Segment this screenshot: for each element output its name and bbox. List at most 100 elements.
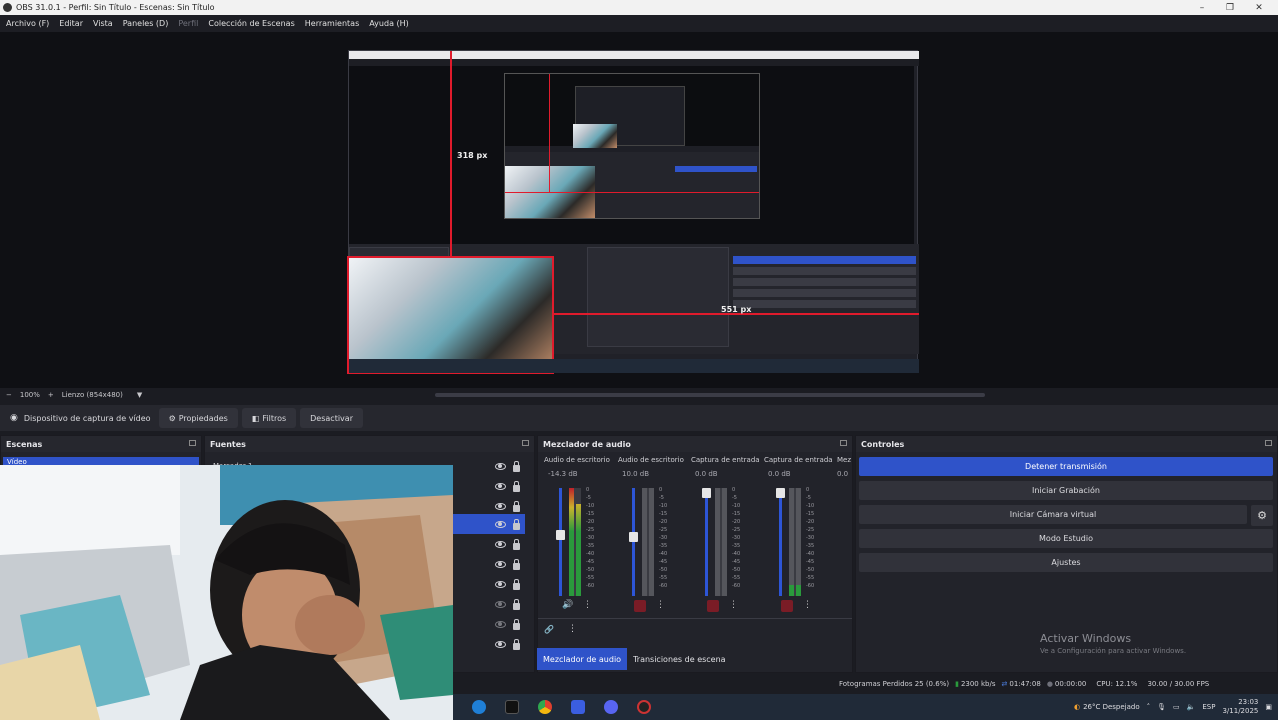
app-icon[interactable] bbox=[571, 700, 585, 714]
volume-slider[interactable] bbox=[776, 488, 785, 596]
hidden-eye-icon[interactable] bbox=[495, 620, 506, 628]
watermark-title: Activar Windows bbox=[1040, 632, 1132, 645]
lock-icon[interactable] bbox=[513, 481, 520, 492]
menu-file[interactable]: Archivo (F) bbox=[6, 19, 49, 28]
filters-button[interactable]: ◧ Filtros bbox=[241, 408, 297, 428]
visibility-eye-icon[interactable] bbox=[495, 502, 506, 510]
volume-slider-knob[interactable] bbox=[556, 530, 565, 540]
preview-scrollbar[interactable] bbox=[435, 393, 985, 397]
mixer-channel: Captura de entrada 0.0 dB bbox=[764, 456, 834, 478]
volume-slider-knob[interactable] bbox=[629, 532, 638, 542]
status-bar: Fotogramas Perdidos 25 (0.6%) ▮ 2300 kb/… bbox=[455, 674, 1278, 694]
undock-icon[interactable] bbox=[522, 440, 529, 446]
tab-audio-mixer[interactable]: Mezclador de audio bbox=[537, 648, 628, 670]
lock-icon[interactable] bbox=[513, 579, 520, 590]
visibility-eye-icon[interactable] bbox=[495, 520, 506, 528]
meter-tick-label: -30 bbox=[732, 535, 741, 541]
mixer-menu-icon[interactable]: ⋮ bbox=[568, 624, 577, 634]
zoom-out-button[interactable]: − bbox=[6, 391, 12, 399]
chrome-icon[interactable] bbox=[538, 700, 552, 714]
lock-icon[interactable] bbox=[513, 639, 520, 650]
lock-icon[interactable] bbox=[513, 559, 520, 570]
lock-icon[interactable] bbox=[513, 619, 520, 630]
mute-button[interactable] bbox=[634, 600, 646, 612]
zoom-in-button[interactable]: + bbox=[48, 391, 54, 399]
webcam-overlay bbox=[0, 465, 453, 720]
microphone-icon[interactable]: 🎙 bbox=[1157, 703, 1166, 711]
volume-slider-knob[interactable] bbox=[776, 488, 785, 498]
mute-button[interactable] bbox=[707, 600, 719, 612]
clock[interactable]: 23:03 3/11/2025 bbox=[1222, 698, 1258, 716]
studio-mode-button[interactable]: Modo Estudio bbox=[859, 529, 1273, 548]
meter-tick-label: -60 bbox=[659, 583, 668, 589]
menu-tools[interactable]: Herramientas bbox=[305, 19, 360, 28]
volume-slider[interactable] bbox=[556, 488, 565, 596]
link-icon[interactable]: 🔗 bbox=[544, 625, 554, 634]
undock-icon[interactable] bbox=[189, 440, 196, 446]
visibility-eye-icon[interactable] bbox=[495, 482, 506, 490]
deactivate-button[interactable]: Desactivar bbox=[300, 408, 363, 428]
channel-db: -14.3 dB bbox=[548, 470, 578, 478]
edge-icon[interactable] bbox=[472, 700, 486, 714]
minimize-button[interactable]: – bbox=[1188, 0, 1216, 15]
maximize-button[interactable]: ❐ bbox=[1216, 0, 1244, 15]
close-button[interactable]: ✕ bbox=[1245, 0, 1273, 15]
undock-icon[interactable] bbox=[840, 440, 847, 446]
lock-icon[interactable] bbox=[513, 519, 520, 530]
meter-tick-label: -20 bbox=[732, 519, 741, 525]
tab-scene-transitions[interactable]: Transiciones de escena bbox=[627, 648, 732, 670]
settings-button[interactable]: Ajustes bbox=[859, 553, 1273, 572]
lock-icon[interactable] bbox=[513, 461, 520, 472]
channel-menu-icon[interactable]: ⋮ bbox=[803, 600, 812, 610]
meter-tick-label: -10 bbox=[586, 503, 595, 509]
zoom-bar: − 100% + Lienzo (854x480) ▼ bbox=[0, 388, 1278, 402]
volume-slider[interactable] bbox=[702, 488, 711, 596]
notification-icon[interactable]: ▣ bbox=[1265, 703, 1272, 711]
tiktok-icon[interactable] bbox=[505, 700, 519, 714]
hidden-eye-icon[interactable] bbox=[495, 600, 506, 608]
lock-icon[interactable] bbox=[513, 501, 520, 512]
sources-title: Fuentes bbox=[210, 439, 246, 449]
mixer-channel: Audio de escritorio 10.0 dB bbox=[618, 456, 688, 478]
speaker-icon[interactable]: 🔊 bbox=[562, 600, 573, 610]
menu-view[interactable]: Vista bbox=[93, 19, 113, 28]
record-icon: ● bbox=[1046, 680, 1053, 688]
volume-slider-knob[interactable] bbox=[702, 488, 711, 498]
visibility-eye-icon[interactable] bbox=[495, 560, 506, 568]
bitrate: 2300 kb/s bbox=[960, 680, 996, 688]
channel-menu-icon[interactable]: ⋮ bbox=[656, 600, 665, 610]
language-indicator[interactable]: ESP bbox=[1202, 703, 1215, 711]
menu-help[interactable]: Ayuda (H) bbox=[369, 19, 409, 28]
properties-button[interactable]: ⚙ Propiedades bbox=[158, 408, 238, 428]
network-icon[interactable]: ▭ bbox=[1173, 703, 1180, 711]
discord-icon[interactable] bbox=[604, 700, 618, 714]
preview-webcam-source[interactable] bbox=[347, 256, 554, 374]
channel-menu-icon[interactable]: ⋮ bbox=[729, 600, 738, 610]
start-virtual-camera-button[interactable]: Iniciar Cámara virtual bbox=[859, 505, 1247, 524]
lock-icon[interactable] bbox=[513, 599, 520, 610]
virtual-camera-settings-gear-icon[interactable]: ⚙ bbox=[1251, 505, 1273, 526]
channel-menu-icon[interactable]: ⋮ bbox=[583, 600, 592, 610]
stop-streaming-button[interactable]: Detener transmisión bbox=[859, 457, 1273, 476]
undock-icon[interactable] bbox=[1265, 440, 1272, 446]
meter-tick-label: -20 bbox=[659, 519, 668, 525]
chevron-down-icon[interactable]: ▼ bbox=[137, 391, 142, 399]
chevron-up-icon[interactable]: ˄ bbox=[1147, 703, 1151, 711]
visibility-eye-icon[interactable] bbox=[495, 462, 506, 470]
nested-preview-level2 bbox=[504, 73, 760, 219]
mute-button[interactable] bbox=[781, 600, 793, 612]
meter-tick-label: -15 bbox=[659, 511, 668, 517]
volume-slider[interactable] bbox=[629, 488, 638, 596]
visibility-eye-icon[interactable] bbox=[495, 640, 506, 648]
visibility-eye-icon[interactable] bbox=[495, 540, 506, 548]
menu-scene-collection[interactable]: Colección de Escenas bbox=[208, 19, 294, 28]
visibility-eye-icon[interactable] bbox=[495, 580, 506, 588]
menu-docks[interactable]: Paneles (D) bbox=[123, 19, 169, 28]
menu-edit[interactable]: Editar bbox=[59, 19, 83, 28]
start-recording-button[interactable]: Iniciar Grabación bbox=[859, 481, 1273, 500]
menu-profile[interactable]: Perfil bbox=[178, 19, 198, 28]
obs-taskbar-icon[interactable] bbox=[637, 700, 651, 714]
lock-icon[interactable] bbox=[513, 539, 520, 550]
preview-canvas[interactable]: 318 px 551 px bbox=[347, 50, 919, 374]
volume-icon[interactable]: 🔈 bbox=[1187, 703, 1196, 711]
